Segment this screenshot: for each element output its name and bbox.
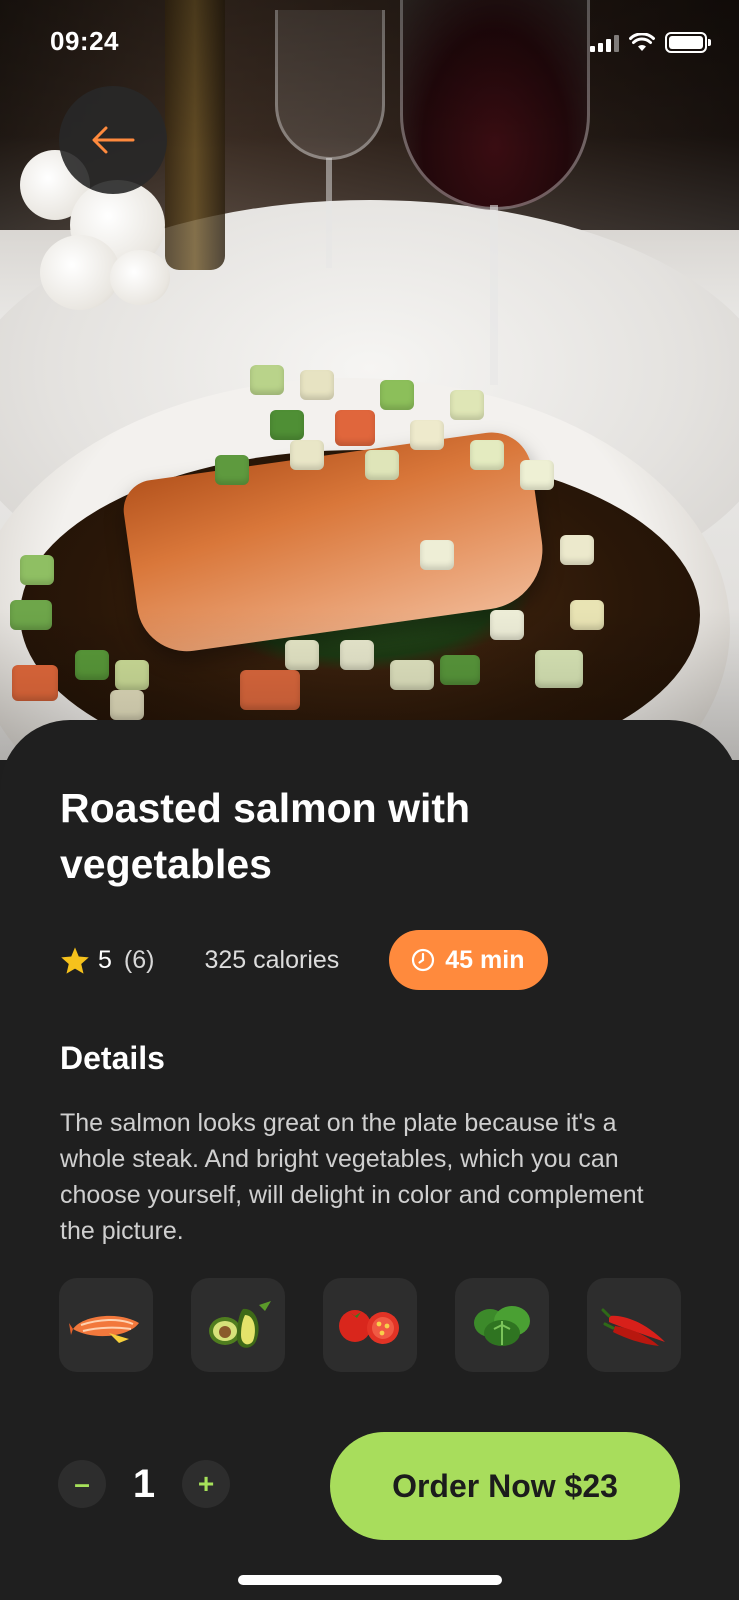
dish-meta-row: 5 (6) 325 calories 45 min — [60, 930, 549, 990]
cook-time-value: 45 min — [445, 945, 525, 974]
spinach-icon — [474, 1306, 530, 1346]
calories-label: 325 calories — [204, 945, 340, 974]
back-button[interactable] — [59, 86, 167, 194]
ingredient-spinach[interactable] — [455, 1278, 549, 1372]
home-indicator — [238, 1575, 502, 1585]
ingredient-avocado[interactable] — [191, 1278, 285, 1372]
avocado-icon — [209, 1301, 271, 1348]
order-now-button[interactable]: Order Now $23 — [330, 1432, 680, 1540]
status-bar: 09:24 — [0, 0, 739, 90]
wifi-icon — [629, 33, 655, 51]
rating: 5 (6) — [60, 946, 154, 975]
quantity-stepper: – 1 + — [58, 1460, 230, 1508]
salmon-icon — [69, 1315, 139, 1343]
dish-details-sheet: Roasted salmon with vegetables 5 (6) 325… — [0, 720, 739, 1600]
arrow-left-icon — [92, 126, 135, 154]
ingredient-chili-pepper[interactable] — [587, 1278, 681, 1372]
decrease-quantity-button[interactable]: – — [58, 1460, 106, 1508]
rating-count: (6) — [123, 945, 155, 974]
quantity-value: 1 — [132, 1461, 156, 1506]
ingredient-list — [59, 1278, 681, 1372]
tomato-icon — [339, 1310, 399, 1344]
status-icons — [590, 32, 711, 53]
cellular-signal-icon — [590, 34, 619, 52]
clock-icon — [412, 948, 435, 972]
dish-title: Roasted salmon with vegetables — [60, 785, 471, 887]
star-icon — [61, 946, 89, 974]
ingredient-salmon[interactable] — [59, 1278, 153, 1372]
details-description: The salmon looks great on the plate beca… — [60, 1109, 644, 1245]
status-time: 09:24 — [50, 26, 119, 56]
details-heading: Details — [60, 1040, 165, 1076]
rating-value: 5 — [98, 945, 112, 974]
cook-time-badge: 45 min — [389, 930, 549, 990]
battery-icon — [665, 32, 711, 53]
chili-pepper-icon — [601, 1308, 665, 1346]
increase-quantity-button[interactable]: + — [182, 1460, 230, 1508]
ingredient-tomato[interactable] — [323, 1278, 417, 1372]
